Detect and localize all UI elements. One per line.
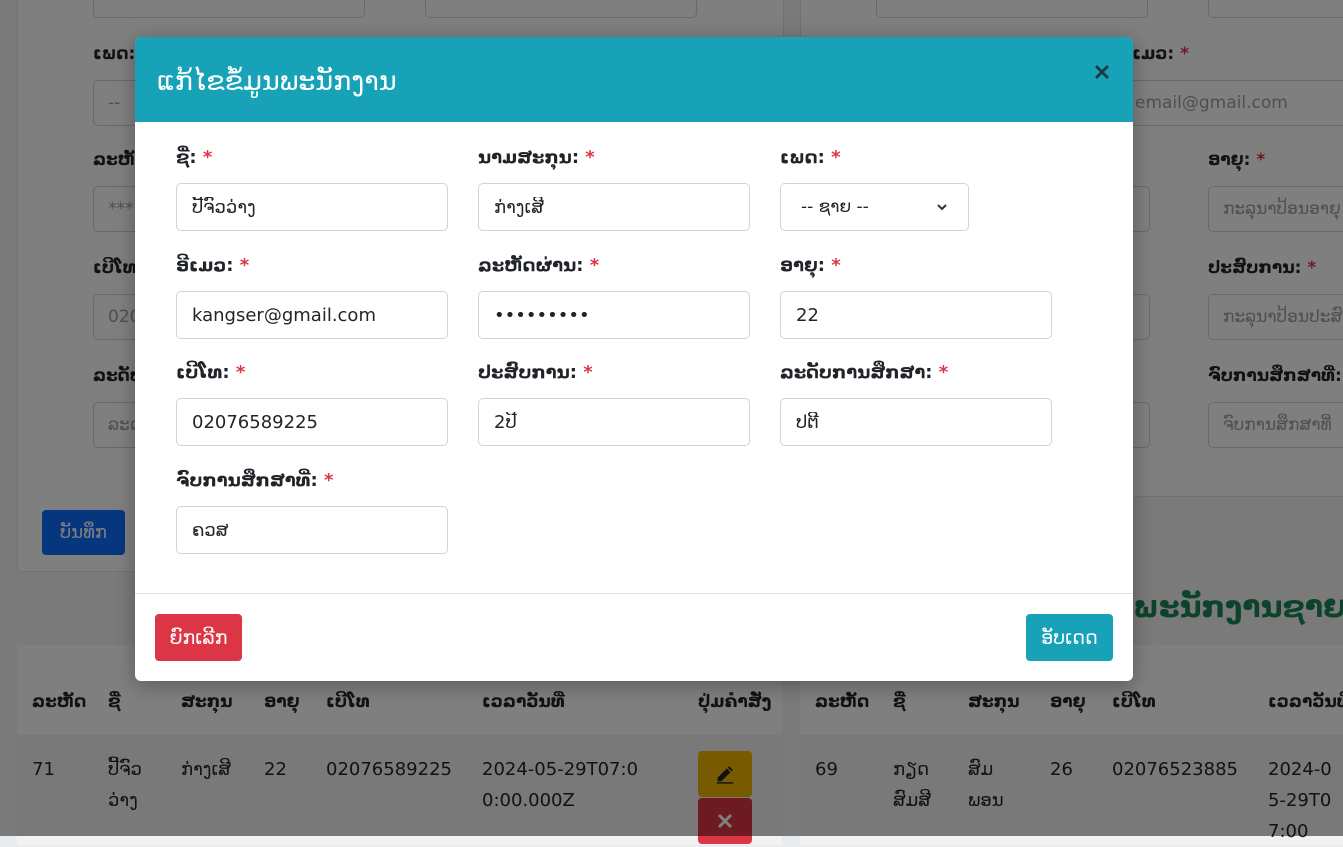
close-icon: [1095, 65, 1109, 79]
password-label: ລະຫັດຜ່ານ: *: [478, 255, 600, 276]
update-button[interactable]: ອັບເດດ: [1026, 614, 1113, 661]
graduated-from-label: ຈົບການສຶກສາທີ່: *: [176, 470, 334, 491]
education-level-label: ລະດັບການສຶກສາ: *: [780, 362, 949, 383]
age-label: ອາຍຸ: *: [780, 255, 841, 276]
gender-label: ເພດ: *: [780, 147, 841, 168]
phone-input[interactable]: [176, 398, 448, 446]
gender-selected-value: -- ຊາຍ --: [801, 197, 869, 217]
experience-label: ປະສົບການ: *: [478, 362, 593, 383]
email-label: ອີເມວ: *: [176, 255, 250, 276]
cancel-button[interactable]: ຍົກເລີກ: [155, 614, 242, 661]
surname-label: ນາມສະກຸນ: *: [478, 147, 595, 168]
modal-footer: ຍົກເລີກ ອັບເດດ: [135, 593, 1133, 681]
graduated-from-input[interactable]: [176, 506, 448, 554]
age-input[interactable]: [780, 291, 1052, 339]
phone-label: ເບີໂທ: *: [176, 362, 246, 383]
modal-header: ແກ້ໄຂຂໍ້ມູນພະນັກງານ: [135, 37, 1133, 122]
gender-select[interactable]: -- ຊາຍ --: [780, 183, 969, 231]
name-input[interactable]: [176, 183, 448, 231]
education-level-input[interactable]: [780, 398, 1052, 446]
experience-input[interactable]: [478, 398, 750, 446]
modal-title: ແກ້ໄຂຂໍ້ມູນພະນັກງານ: [157, 66, 397, 97]
surname-input[interactable]: [478, 183, 750, 231]
edit-employee-modal: ແກ້ໄຂຂໍ້ມູນພະນັກງານ ຊື່: * ນາມສະກຸນ: * ເ…: [135, 37, 1133, 681]
name-label: ຊື່: *: [176, 147, 213, 168]
password-input[interactable]: [478, 291, 750, 339]
email-input[interactable]: [176, 291, 448, 339]
close-button[interactable]: [1089, 59, 1115, 85]
chevron-down-icon: [937, 204, 947, 211]
